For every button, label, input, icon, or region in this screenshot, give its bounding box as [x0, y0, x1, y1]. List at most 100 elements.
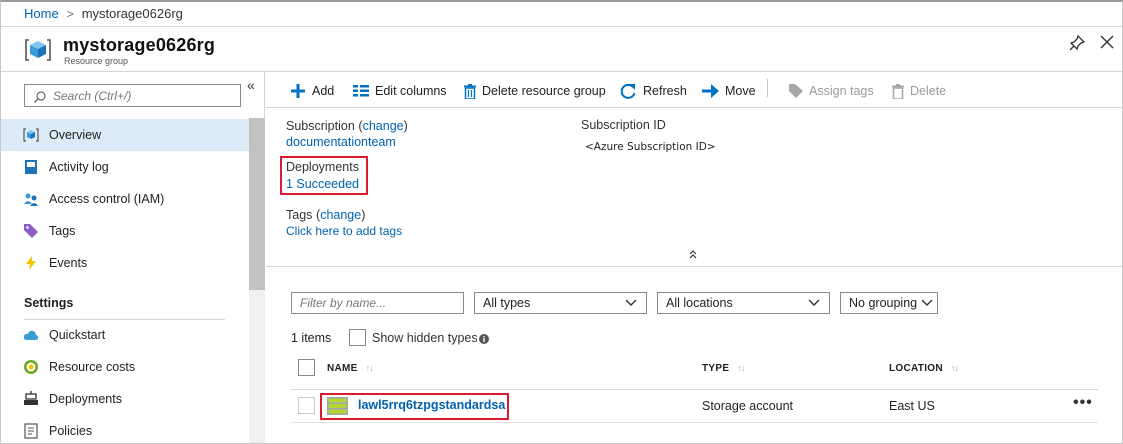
- add-tags-link[interactable]: Click here to add tags: [286, 224, 402, 238]
- add-button-label: Add: [312, 84, 335, 98]
- grouping-dropdown-value: No grouping: [849, 296, 918, 310]
- breadcrumb-home-link[interactable]: Home: [24, 6, 59, 21]
- table-header-divider: [291, 389, 1098, 390]
- assign-tags-button[interactable]: Assign tags: [789, 81, 874, 101]
- sidebar-item-label: Overview: [49, 128, 102, 142]
- locations-dropdown-value: All locations: [666, 296, 733, 310]
- info-icon[interactable]: [479, 334, 489, 344]
- resource-name-link[interactable]: lawl5rrq6tzpgstandardsa: [358, 398, 505, 412]
- deployments-label: Deployments: [286, 160, 359, 174]
- breadcrumb: Home > mystorage0626rg: [24, 6, 183, 21]
- subscription-id-value: <Azure Subscription ID>: [585, 141, 716, 153]
- trash-icon: [892, 83, 904, 99]
- sidebar-item-deployments[interactable]: Deployments: [1, 383, 249, 415]
- move-label: Move: [725, 84, 756, 98]
- sort-icon: ↑↓: [950, 363, 959, 373]
- sidebar-item-quickstart[interactable]: Quickstart: [1, 319, 249, 351]
- subscription-value-link[interactable]: documentationteam: [286, 135, 396, 149]
- page-subtitle: Resource group: [64, 56, 129, 66]
- sidebar-item-label: Deployments: [49, 392, 122, 406]
- plus-icon: [291, 84, 305, 98]
- sidebar-item-label: Access control (IAM): [49, 192, 165, 206]
- refresh-button[interactable]: Refresh: [620, 81, 687, 101]
- pin-icon[interactable]: [1068, 34, 1086, 52]
- items-count: 1 items: [291, 331, 332, 345]
- grouping-dropdown[interactable]: No grouping: [840, 292, 938, 314]
- column-header-type[interactable]: TYPE ↑↓: [702, 363, 745, 374]
- sidebar-item-access-control[interactable]: Access control (IAM): [1, 183, 249, 215]
- resource-location: East US: [889, 399, 935, 413]
- sidebar-item-resource-costs[interactable]: Resource costs: [1, 351, 249, 383]
- chevron-down-icon: [625, 299, 637, 306]
- show-hidden-types-checkbox[interactable]: [349, 329, 366, 346]
- sidebar-item-label: Resource costs: [49, 360, 136, 374]
- change-tags-link[interactable]: change: [320, 208, 361, 222]
- sidebar-item-overview[interactable]: Overview: [1, 119, 249, 151]
- cloud-icon: [23, 330, 39, 340]
- sidebar-item-activity-log[interactable]: Activity log: [1, 151, 249, 183]
- select-all-checkbox[interactable]: [298, 359, 315, 376]
- sidebar-item-label: Policies: [49, 424, 93, 438]
- subscription-id-label: Subscription ID: [581, 118, 666, 132]
- columns-icon: [353, 85, 369, 97]
- filter-by-name-field[interactable]: [291, 292, 464, 314]
- sidebar-item-tags[interactable]: Tags: [1, 215, 249, 247]
- add-button[interactable]: Add: [290, 81, 334, 101]
- types-dropdown-value: All types: [483, 296, 531, 310]
- refresh-icon: [620, 83, 636, 99]
- sidebar-item-policies[interactable]: Policies: [1, 415, 249, 444]
- types-dropdown[interactable]: All types: [474, 292, 647, 314]
- column-header-name[interactable]: NAME ↑↓: [327, 363, 374, 374]
- delete-resource-group-button[interactable]: Delete resource group: [464, 81, 606, 101]
- chevron-down-icon: [921, 299, 933, 306]
- deployments-icon: [24, 391, 38, 405]
- show-hidden-types-label: Show hidden types: [372, 331, 478, 345]
- more-actions-button[interactable]: •••: [1073, 394, 1093, 412]
- breadcrumb-separator-icon: >: [66, 7, 74, 21]
- sidebar-item-label: Events: [49, 256, 88, 270]
- paren-close: ): [403, 119, 408, 133]
- filter-by-name-input[interactable]: [300, 295, 455, 311]
- move-button[interactable]: Move: [702, 81, 756, 101]
- collapse-essentials-icon[interactable]: [688, 249, 698, 259]
- arrow-right-icon: [702, 84, 719, 98]
- trash-icon: [464, 83, 476, 99]
- toolbar-divider: [266, 107, 1122, 108]
- sort-icon: ↑↓: [737, 363, 745, 373]
- edit-columns-label: Edit columns: [375, 84, 447, 98]
- resource-type: Storage account: [702, 399, 794, 413]
- subscription-field: Subscription (change): [286, 118, 408, 133]
- search-input[interactable]: [53, 87, 233, 104]
- locations-dropdown[interactable]: All locations: [657, 292, 830, 314]
- edit-columns-button[interactable]: Edit columns: [353, 81, 447, 101]
- refresh-label: Refresh: [643, 84, 687, 98]
- sidebar-scrollbar-thumb[interactable]: [249, 118, 265, 290]
- column-header-location-label: LOCATION: [889, 363, 943, 374]
- column-header-type-label: TYPE: [702, 363, 730, 374]
- row-checkbox[interactable]: [298, 397, 315, 414]
- sidebar-item-label: Quickstart: [49, 328, 106, 342]
- column-header-name-label: NAME: [327, 363, 358, 374]
- iam-icon: [24, 193, 38, 206]
- paren-close: ): [361, 208, 366, 222]
- subscription-label: Subscription: [286, 119, 355, 133]
- chevron-down-icon: [808, 299, 820, 306]
- storage-account-icon: [327, 397, 348, 415]
- policies-icon: [24, 423, 38, 439]
- sidebar-item-events[interactable]: Events: [1, 247, 249, 279]
- change-subscription-link[interactable]: change: [363, 119, 404, 133]
- breadcrumb-divider: [1, 26, 1122, 27]
- tags-label: Tags: [286, 208, 313, 222]
- delete-button[interactable]: Delete: [892, 81, 946, 101]
- column-header-location[interactable]: LOCATION ↑↓: [889, 363, 959, 374]
- sidebar-item-label: Tags: [49, 224, 76, 238]
- essentials-divider: [266, 266, 1122, 267]
- tags-field: Tags (change): [286, 207, 365, 222]
- page-title: mystorage0626rg: [63, 35, 216, 55]
- close-icon[interactable]: [1098, 33, 1116, 51]
- collapse-sidebar-button[interactable]: «: [247, 77, 255, 93]
- table-row-divider: [291, 422, 1098, 423]
- sidebar-search[interactable]: [24, 84, 241, 107]
- activity-log-icon: [25, 160, 37, 174]
- deployments-status-link[interactable]: 1 Succeeded: [286, 177, 359, 191]
